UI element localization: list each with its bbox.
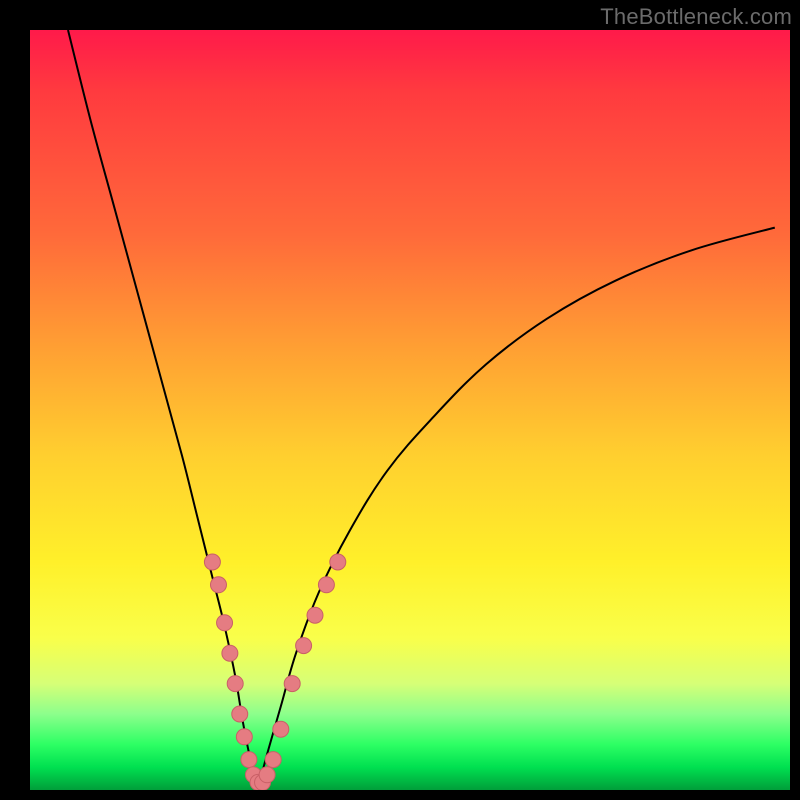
marker-dot — [273, 721, 289, 737]
marker-dot — [204, 554, 220, 570]
marker-dot — [222, 645, 238, 661]
watermark-text: TheBottleneck.com — [600, 4, 792, 30]
marker-group — [204, 554, 345, 790]
chart-frame: TheBottleneck.com — [0, 0, 800, 800]
marker-dot — [227, 676, 243, 692]
marker-dot — [318, 577, 334, 593]
marker-dot — [210, 577, 226, 593]
marker-dot — [217, 615, 233, 631]
marker-dot — [232, 706, 248, 722]
marker-dot — [265, 752, 281, 768]
plot-area — [30, 30, 790, 790]
curve-right — [258, 228, 775, 790]
chart-svg — [30, 30, 790, 790]
marker-dot — [241, 752, 257, 768]
marker-dot — [284, 676, 300, 692]
marker-dot — [259, 767, 275, 783]
marker-dot — [296, 638, 312, 654]
marker-dot — [236, 729, 252, 745]
marker-dot — [307, 607, 323, 623]
curve-left — [68, 30, 258, 790]
marker-dot — [330, 554, 346, 570]
